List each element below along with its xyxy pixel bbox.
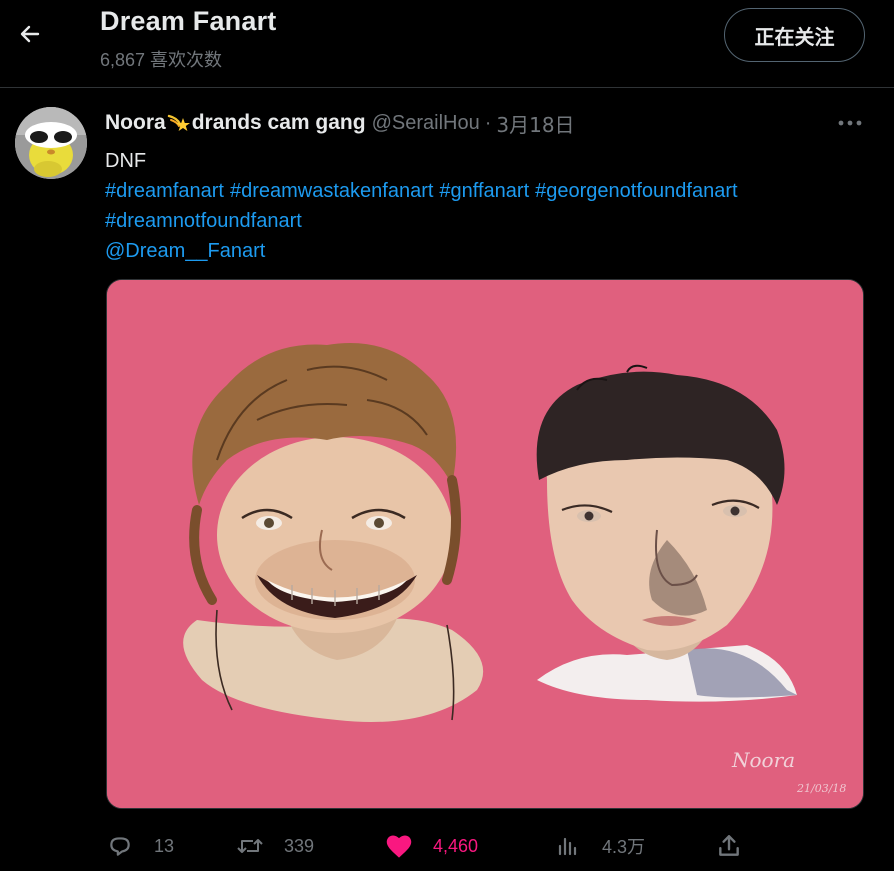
hashtag-link[interactable]: #dreamwastakenfanart	[230, 180, 433, 202]
retweet-button[interactable]: 339	[236, 826, 314, 866]
back-button[interactable]	[10, 14, 50, 54]
action-bar: 13 339 4,460 4.3万	[0, 826, 894, 866]
share-button[interactable]	[715, 826, 743, 866]
artist-signature-date: 21/03/18	[796, 782, 846, 795]
tweet-body: DNF	[105, 150, 147, 172]
hashtag-link[interactable]: #georgenotfoundfanart	[535, 180, 737, 202]
author-handle[interactable]: @SerailHou	[372, 112, 480, 135]
retweet-count: 339	[284, 835, 315, 856]
share-icon	[715, 832, 743, 860]
header: Dream Fanart 6,867 喜欢次数 正在关注	[0, 0, 894, 88]
fanart-illustration: Noora 21/03/18	[107, 280, 863, 808]
reply-button[interactable]: 13	[106, 826, 174, 866]
author-name[interactable]: Noora	[105, 111, 166, 135]
author-name-suffix[interactable]: drands cam gang	[192, 111, 366, 135]
hashtag-link[interactable]: #dreamfanart	[105, 180, 224, 202]
separator-dot: ·	[484, 111, 492, 134]
tweet-image[interactable]: Noora 21/03/18	[106, 279, 864, 809]
views-button[interactable]: 4.3万	[554, 826, 645, 866]
avatar[interactable]	[15, 107, 87, 179]
shooting-star-icon	[167, 114, 190, 131]
following-button[interactable]: 正在关注	[724, 8, 865, 62]
mention-link[interactable]: @Dream__Fanart	[105, 240, 265, 262]
views-icon	[554, 832, 582, 860]
avatar-image	[15, 107, 87, 179]
tweet-text: DNF #dreamfanart #dreamwastakenfanart #gnf…	[105, 146, 875, 266]
hashtag-link[interactable]: #dreamnotfoundfanart	[105, 210, 302, 232]
hashtag-line-2: #dreamnotfoundfanart	[105, 206, 875, 236]
arrow-left-icon	[20, 25, 40, 43]
retweet-icon	[236, 832, 264, 860]
hashtag-link[interactable]: #gnffanart	[439, 180, 529, 202]
heart-icon	[385, 832, 413, 860]
likes-count: 6,867 喜欢次数	[100, 50, 223, 70]
tweet-date[interactable]: 3月18日	[496, 109, 574, 138]
reply-icon	[106, 832, 134, 860]
like-button[interactable]: 4,460	[385, 826, 478, 866]
more-options-button[interactable]	[830, 108, 870, 138]
tweet-page: Dream Fanart 6,867 喜欢次数 正在关注 Noora drand…	[0, 0, 894, 871]
tweet-header: Noora drands cam gang @SerailHou · 3月18日	[105, 109, 575, 138]
hashtag-line-1: #dreamfanart #dreamwastakenfanart #gnffana…	[105, 176, 875, 206]
views-count: 4.3万	[602, 837, 646, 857]
reply-count: 13	[154, 835, 175, 856]
more-horizontal-icon	[838, 120, 862, 126]
mention-line: @Dream__Fanart	[105, 236, 875, 266]
page-title: Dream Fanart	[100, 6, 277, 36]
like-count: 4,460	[433, 835, 479, 856]
artist-signature: Noora	[731, 748, 795, 772]
